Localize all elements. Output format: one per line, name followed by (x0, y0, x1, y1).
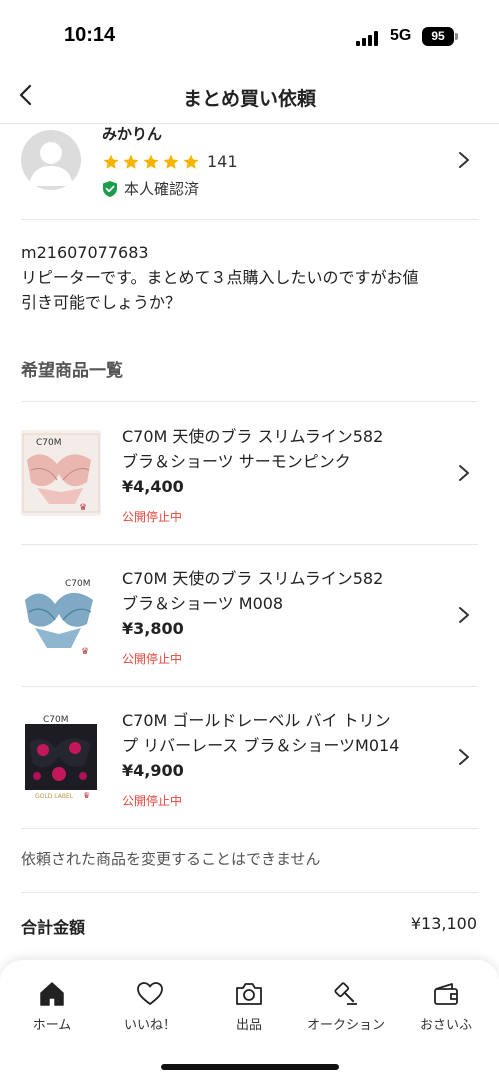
verified-label: 本人確認済 (124, 180, 200, 198)
tab-sell[interactable]: 出品 (201, 980, 297, 1033)
svg-text:♛: ♛ (81, 647, 89, 657)
item-name: C70M 天使のブラ スリムライン582 ブラ＆ショーツ M008 (122, 566, 432, 616)
item-name: C70M ゴールドレーベル バイ トリン プ リバーレース ブラ＆ショーツM01… (122, 708, 432, 758)
chevron-right-icon (459, 749, 469, 765)
notice-text: 依頼された商品を変更することはできません (21, 850, 321, 868)
thumbnail-size-label: C70M (65, 579, 91, 589)
star-icon (103, 154, 119, 169)
seller-name: みかりん (102, 125, 163, 143)
wallet-icon (434, 983, 458, 1005)
status-time: 10:14 (64, 24, 116, 46)
tab-auction[interactable]: オークション (298, 980, 394, 1033)
camera-icon (236, 983, 262, 1005)
svg-text:♛: ♛ (83, 791, 90, 800)
star-icon (163, 154, 179, 169)
avatar (21, 130, 81, 190)
status-badge: 公開停止中 (122, 510, 183, 524)
star-icon (123, 154, 139, 169)
chevron-right-icon (459, 465, 469, 481)
verified-badge: 本人確認済 (102, 178, 199, 199)
item-thumbnail: C70M ♛ (21, 430, 101, 516)
gavel-icon (334, 982, 357, 1005)
message-line: m21607077683 (21, 243, 149, 262)
request-message: m21607077683 リピーターです。まとめて３点購入したいのですがお値 引… (21, 240, 481, 315)
message-line: リピーターです。まとめて３点購入したいのですがお値 (21, 268, 419, 287)
tab-bar: ホーム いいね！ 出品 オークション おさいふ (0, 960, 499, 1080)
shield-check-icon (103, 180, 117, 197)
home-icon (40, 982, 64, 1006)
page-title: まとめ買い依頼 (182, 88, 316, 110)
item-thumbnail: C70M GOLD LABEL ♛ (21, 714, 101, 800)
battery-cap (455, 33, 458, 40)
home-indicator (161, 1064, 339, 1070)
signal-icon (356, 30, 382, 46)
seller-profile-row[interactable]: みかりん 141 本人確認済 (0, 124, 499, 219)
item-name: C70M 天使のブラ スリムライン582 ブラ＆ショーツ サーモンピンク (122, 424, 432, 474)
item-price: ¥3,800 (122, 619, 184, 638)
total-label: 合計金額 (21, 918, 86, 937)
item-name-line: C70M ゴールドレーベル バイ トリン (122, 711, 391, 730)
message-line: 引き可能でしょうか？ (21, 293, 182, 312)
section-title: 希望商品一覧 (21, 361, 123, 381)
item-price: ¥4,400 (122, 477, 184, 496)
divider (21, 892, 478, 893)
list-item[interactable]: C70M ♛ C70M 天使のブラ スリムライン582 ブラ＆ショーツ M008… (0, 544, 499, 686)
tab-label: いいね！ (123, 1018, 176, 1033)
chevron-right-icon (459, 152, 469, 168)
heart-icon (137, 982, 163, 1005)
item-name-line: ブラ＆ショーツ サーモンピンク (122, 452, 351, 471)
battery-icon: 95 (422, 27, 454, 46)
tab-home[interactable]: ホーム (4, 980, 100, 1033)
item-name-line: C70M 天使のブラ スリムライン582 (122, 427, 384, 446)
status-badge: 公開停止中 (122, 794, 183, 808)
svg-text:♛: ♛ (79, 503, 87, 513)
network-label: 5G (390, 27, 412, 44)
thumbnail-caption: GOLD LABEL (35, 793, 74, 800)
thumbnail-size-label: C70M (43, 715, 69, 725)
status-bar: 10:14 5G 95 (0, 0, 499, 70)
item-name-line: プ リバーレース ブラ＆ショーツM014 (122, 736, 400, 755)
tab-label: ホーム (32, 1018, 72, 1033)
chevron-right-icon (459, 607, 469, 623)
rating-count: 141 (207, 152, 238, 171)
tab-likes[interactable]: いいね！ (102, 980, 198, 1033)
item-name-line: ブラ＆ショーツ M008 (122, 594, 284, 613)
page: 10:14 5G 95 まとめ買い依頼 みかりん 141 本人確認済 m2160… (0, 0, 499, 1080)
tab-wallet[interactable]: おさいふ (398, 980, 494, 1033)
tab-label: 出品 (235, 1018, 262, 1033)
item-name-line: C70M 天使のブラ スリムライン582 (122, 569, 384, 588)
rating-stars: 141 (102, 152, 238, 171)
header: まとめ買い依頼 (0, 70, 499, 124)
item-thumbnail: C70M ♛ (21, 572, 101, 658)
divider (21, 219, 478, 220)
tab-label: オークション (306, 1018, 385, 1033)
star-icon (183, 154, 199, 169)
list-item[interactable]: C70M GOLD LABEL ♛ C70M ゴールドレーベル バイ トリン プ… (0, 686, 499, 828)
star-icon (143, 154, 159, 169)
thumbnail-size-label: C70M (36, 438, 62, 448)
divider (21, 828, 478, 829)
tab-label: おさいふ (419, 1018, 472, 1033)
status-badge: 公開停止中 (122, 652, 183, 666)
total-value: ¥13,100 (410, 914, 477, 933)
list-item[interactable]: C70M ♛ C70M 天使のブラ スリムライン582 ブラ＆ショーツ サーモン… (0, 402, 499, 544)
item-price: ¥4,900 (122, 761, 184, 780)
